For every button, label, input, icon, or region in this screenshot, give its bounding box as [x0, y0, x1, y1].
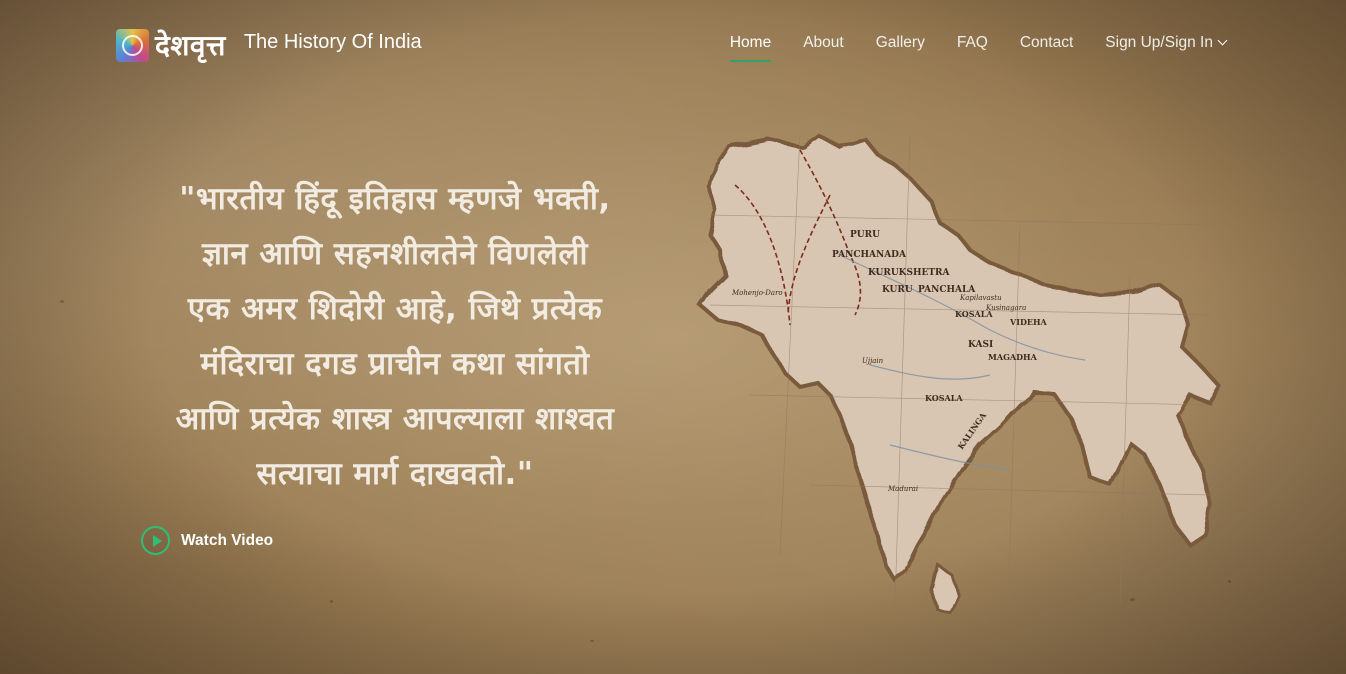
nav-contact[interactable]: Contact [1020, 34, 1073, 52]
chevron-down-icon [1217, 35, 1228, 46]
quote-line: "भारतीय हिंदू इतिहास म्हणजे भक्ती, [179, 181, 611, 217]
map-label: KOSALA [925, 393, 963, 403]
map-label: KURU [882, 285, 913, 295]
brand[interactable]: देशवृत्त The History Of India [116, 26, 422, 64]
map-label: Kapilavastu [959, 294, 1002, 302]
quote-line: सत्याचा मार्ग दाखवतो." [256, 456, 534, 492]
nav-about[interactable]: About [803, 34, 844, 52]
map-label: MAGADHA [988, 352, 1038, 362]
hero-quote: "भारतीय हिंदू इतिहास म्हणजे भक्ती, ज्ञान… [100, 172, 690, 502]
map-label: KASI [968, 340, 993, 350]
nav-signup-label: Sign Up/Sign In [1105, 34, 1213, 51]
nav-home[interactable]: Home [729, 34, 772, 62]
map-label: VIDEHA [1009, 317, 1048, 327]
map-landmass [697, 132, 1223, 584]
quote-line: आणि प्रत्येक शास्त्र आपल्याला शाश्वत [175, 401, 615, 437]
map-label: Ujjain [862, 357, 884, 365]
map-label: PANCHANADA [832, 250, 907, 260]
watch-video-label: Watch Video [181, 531, 274, 549]
ancient-india-map: PURU PANCHANADA KURUKSHETRA KURU PANCHAL… [697, 132, 1223, 615]
map-label: KURUKSHETRA [868, 268, 951, 278]
quote-line: एक अमर शिदोरी आहे, जिथे प्रत्येक [187, 291, 603, 327]
nav-signup-signin[interactable]: Sign Up/Sign In [1105, 34, 1228, 52]
brand-name: देशवृत्त [155, 29, 226, 62]
quote-line: मंदिराचा दगड प्राचीन कथा सांगतो [200, 346, 590, 382]
play-icon [141, 526, 170, 555]
nav-gallery[interactable]: Gallery [876, 34, 925, 52]
watch-video-button[interactable]: Watch Video [141, 526, 273, 555]
nav-faq[interactable]: FAQ [957, 34, 988, 52]
quote-line: ज्ञान आणि सहनशीलतेने विणलेली [202, 236, 588, 272]
map-label: Mohenjo-Daro [731, 289, 783, 297]
map-label: PURU [850, 230, 880, 240]
main-nav: Home About Gallery FAQ Contact Sign Up/S… [698, 34, 1228, 62]
map-label: Madurai [887, 485, 918, 493]
map-island [930, 562, 960, 615]
map-label: Kusinagara [985, 304, 1026, 312]
logo-icon [116, 28, 149, 62]
brand-tagline: The History Of India [243, 30, 422, 53]
